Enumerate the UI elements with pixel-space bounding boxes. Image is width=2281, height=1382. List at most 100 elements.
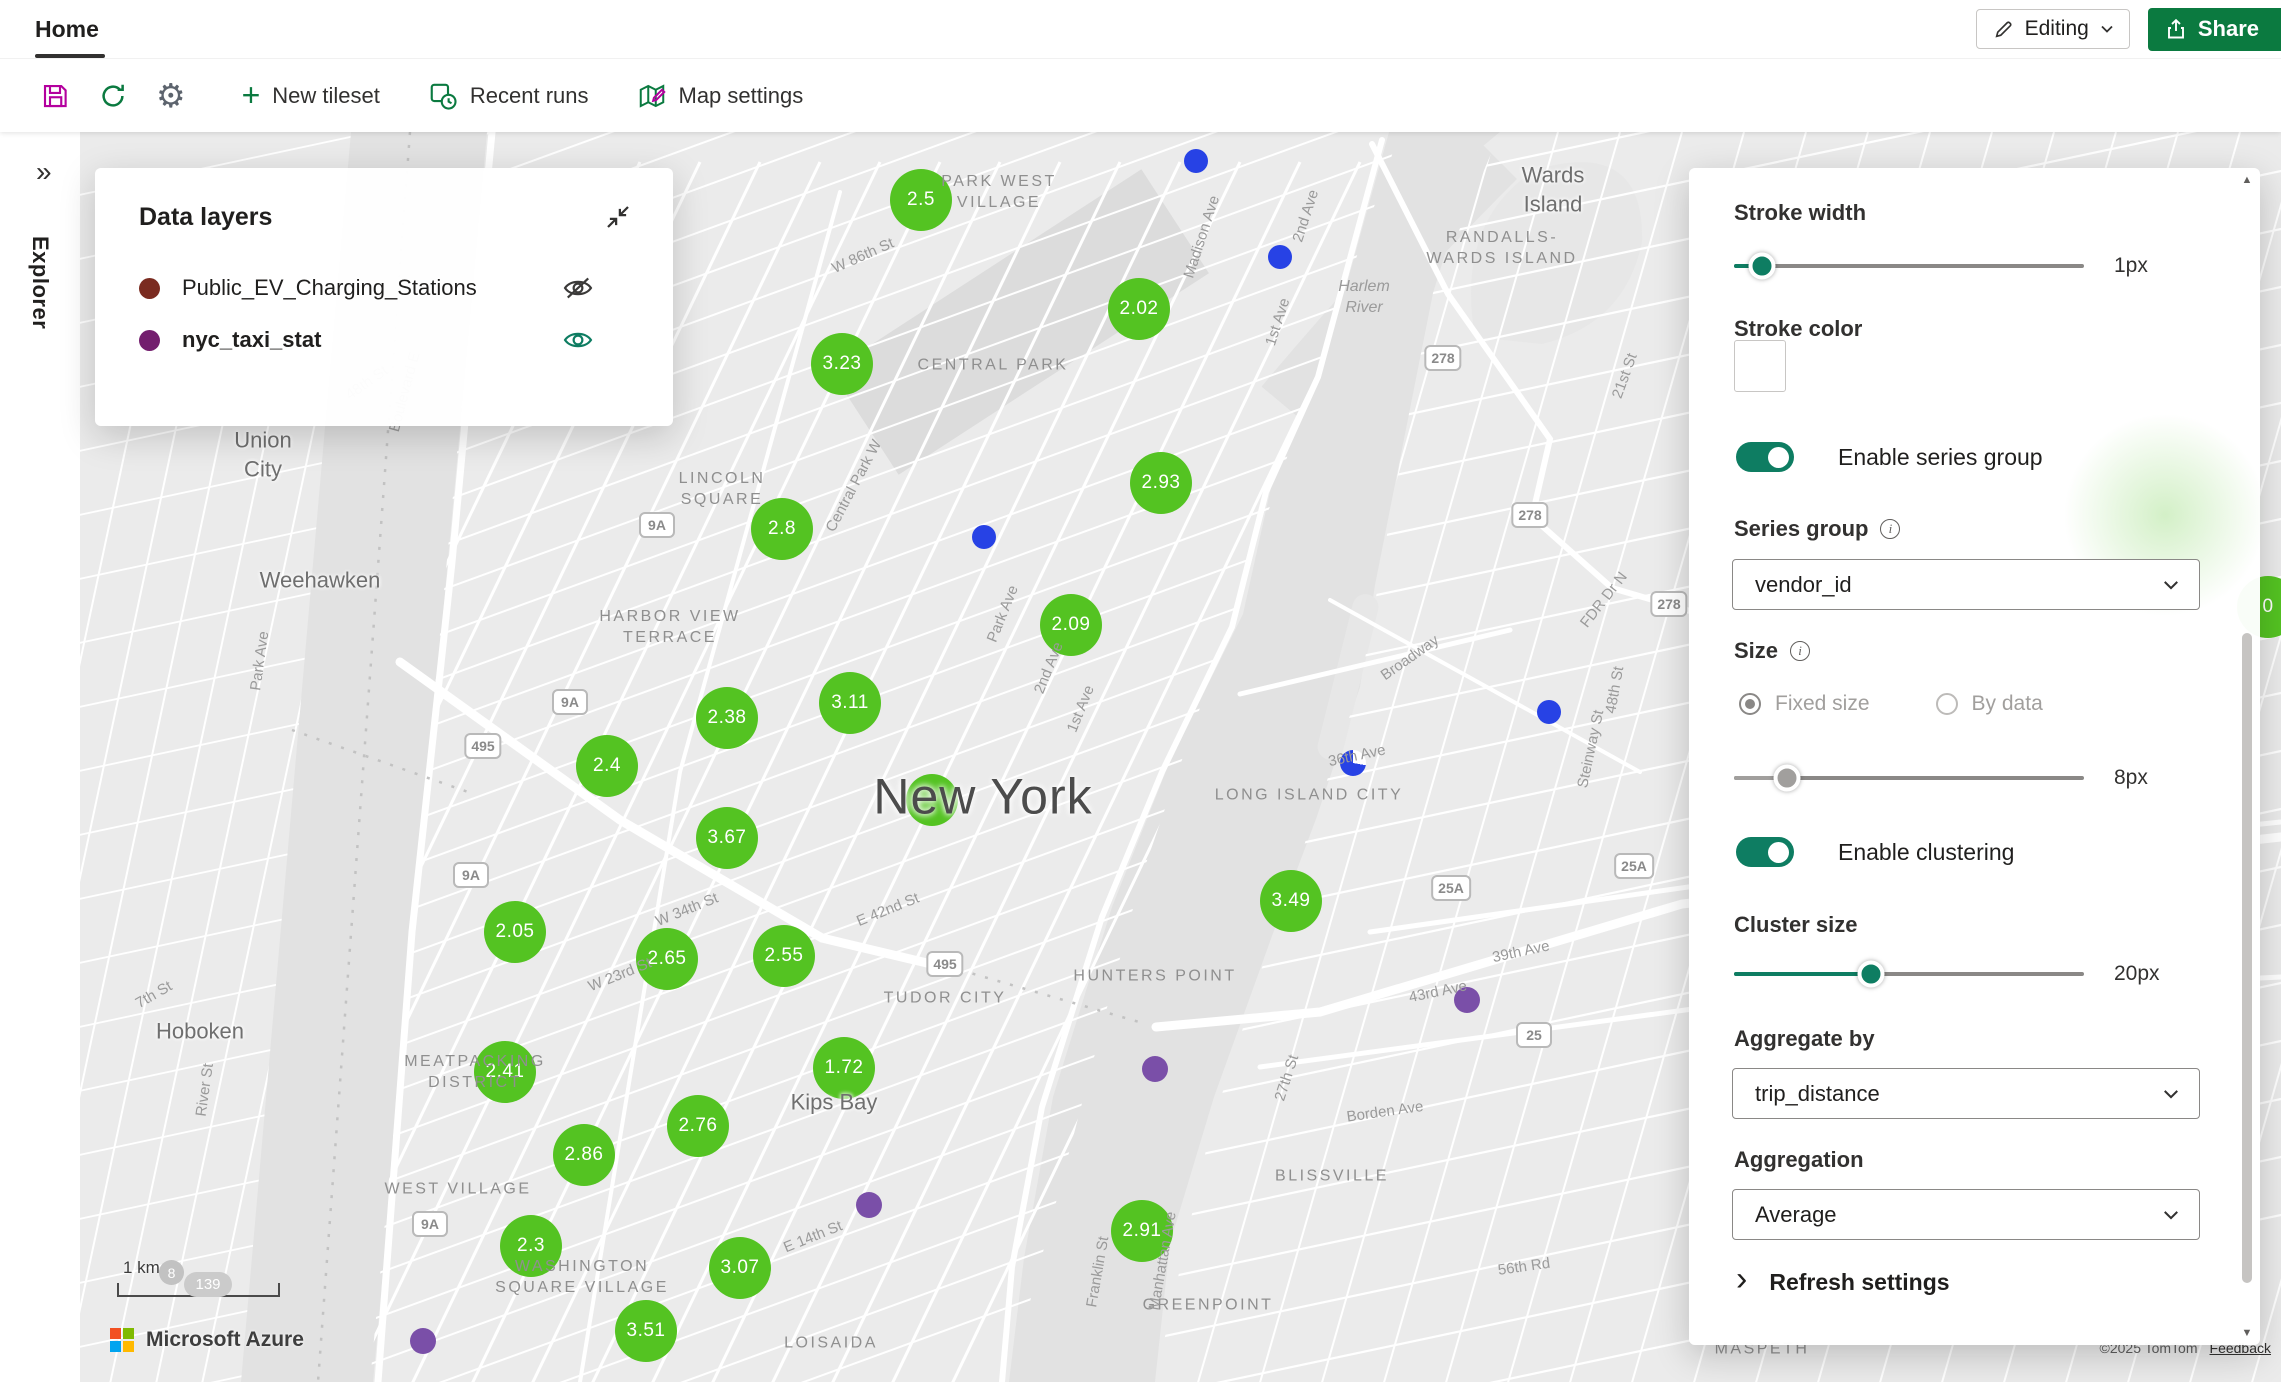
cluster-marker[interactable]: 1.72 [813,1037,875,1099]
cluster-size-slider[interactable] [1734,960,2084,988]
refresh-icon [98,81,128,111]
blue-point-marker[interactable] [1268,245,1292,269]
recent-runs-button[interactable]: Recent runs [422,80,595,112]
visibility-off-icon[interactable] [563,276,593,300]
share-button[interactable]: Share [2148,8,2281,51]
cluster-marker[interactable]: 2.02 [1108,278,1170,340]
stroke-width-label: Stroke width [1734,200,1866,226]
slider-thumb [1773,765,1800,792]
slider-thumb[interactable] [1857,961,1884,988]
logo-square [123,1328,134,1339]
size-value: 8px [2114,766,2148,790]
slider-track[interactable] [1734,972,2084,976]
cluster-marker[interactable]: 3.23 [811,333,873,395]
fixed-size-radio[interactable] [1739,693,1761,715]
cluster-marker[interactable]: 2.4 [576,735,638,797]
layer-settings-panel: Stroke width 1px Stroke color Enable ser… [1689,168,2260,1345]
by-data-radio[interactable] [1936,693,1958,715]
stroke-color-swatch[interactable] [1734,340,1786,392]
editing-label: Editing [2025,17,2089,41]
top-chrome: Home Editing Share [0,0,2281,132]
by-data-radio-label: By data [1972,692,2043,716]
info-icon[interactable] [1790,641,1810,661]
cluster-marker[interactable]: 2.86 [553,1124,615,1186]
blue-point-marker[interactable] [972,525,996,549]
visibility-on-icon[interactable] [563,328,593,352]
scroll-down-icon[interactable] [2236,1327,2258,1339]
cluster-marker[interactable]: 3.07 [709,1237,771,1299]
purple-point-marker[interactable] [1142,1056,1168,1082]
scroll-up-icon[interactable] [2236,174,2258,186]
size-label-row: Size [1734,638,1810,664]
pie-point-marker[interactable] [1340,750,1366,776]
cluster-marker[interactable]: 3.11 [819,672,881,734]
settings-gear-button[interactable] [156,79,186,112]
size-slider-row: 8px [1734,764,2148,792]
azure-attribution: Microsoft Azure [110,1328,304,1352]
aggregation-dropdown[interactable]: Average [1732,1189,2200,1240]
cluster-marker[interactable]: 2.76 [667,1095,729,1157]
cluster-marker[interactable] [906,774,958,826]
map-settings-button[interactable]: Map settings [631,80,810,112]
scrollbar-thumb[interactable] [2242,633,2252,1283]
tab-home[interactable]: Home [35,0,99,58]
fixed-size-radio-label: Fixed size [1775,692,1870,716]
cluster-count-badge: 139 [184,1272,232,1297]
new-tileset-button[interactable]: New tileset [236,78,386,113]
slider-thumb[interactable] [1749,253,1776,280]
refresh-settings-button[interactable]: Refresh settings [1736,1268,1950,1296]
cluster-marker[interactable]: 2.65 [636,928,698,990]
editing-mode-button[interactable]: Editing [1976,9,2130,49]
azure-brand-label: Microsoft Azure [146,1328,304,1352]
refresh-button[interactable] [98,81,128,111]
purple-point-marker[interactable] [856,1192,882,1218]
toolbar: New tileset Recent runs Map settings [0,59,2281,132]
slider-track[interactable] [1734,264,2084,268]
panel-scrollbar[interactable] [2236,172,2258,1341]
save-button[interactable] [40,81,70,111]
cluster-marker[interactable]: 3.67 [696,807,758,869]
header: Home Editing Share [0,0,2281,59]
info-icon[interactable] [1880,519,1900,539]
purple-point-marker[interactable] [410,1328,436,1354]
cluster-marker[interactable]: 2.93 [1130,452,1192,514]
collapse-panel-icon[interactable] [603,202,633,232]
cluster-marker[interactable]: 2.09 [1040,594,1102,656]
cluster-marker[interactable]: 2.41 [474,1041,536,1103]
aggregate-by-value: trip_distance [1755,1081,1880,1107]
size-slider [1734,764,2084,792]
blue-point-marker[interactable] [1537,700,1561,724]
blue-point-marker[interactable] [1184,149,1208,173]
cluster-marker[interactable]: 2.3 [500,1215,562,1277]
recent-runs-label: Recent runs [470,83,589,109]
cluster-marker[interactable]: 2.38 [696,687,758,749]
cluster-size-value: 20px [2114,962,2160,986]
microsoft-logo-icon [110,1328,134,1352]
series-group-dropdown[interactable]: vendor_id [1732,559,2200,610]
expand-explorer-icon[interactable] [36,156,52,188]
cluster-marker[interactable]: 2.5 [890,169,952,231]
layer-row-nyc-taxi[interactable]: nyc_taxi_stat [139,314,633,366]
layer-name: nyc_taxi_stat [182,327,321,353]
aggregate-by-dropdown[interactable]: trip_distance [1732,1068,2200,1119]
cluster-marker[interactable]: 2.91 [1111,1200,1173,1262]
active-tab-indicator [35,54,105,58]
layer-row-ev-stations[interactable]: Public_EV_Charging_Stations [139,262,633,314]
cluster-size-row: 20px [1734,960,2160,988]
cluster-marker[interactable]: 2.05 [484,901,546,963]
data-layers-title: Data layers [139,203,272,232]
cluster-marker[interactable]: 2.8 [751,498,813,560]
layer-color-dot [139,278,160,299]
series-group-label-row: Series group [1734,516,1900,542]
series-group-toggle[interactable] [1736,442,1794,472]
cluster-marker[interactable]: 3.51 [615,1300,677,1362]
size-label: Size [1734,638,1778,664]
cluster-marker[interactable]: 2.55 [753,925,815,987]
series-group-label: Series group [1734,516,1868,542]
purple-point-marker[interactable] [1454,987,1480,1013]
cluster-size-label: Cluster size [1734,912,1858,938]
stroke-width-slider[interactable] [1734,252,2084,280]
chevron-right-icon [1736,1268,1747,1296]
clustering-toggle[interactable] [1736,837,1794,867]
cluster-marker[interactable]: 3.49 [1260,870,1322,932]
